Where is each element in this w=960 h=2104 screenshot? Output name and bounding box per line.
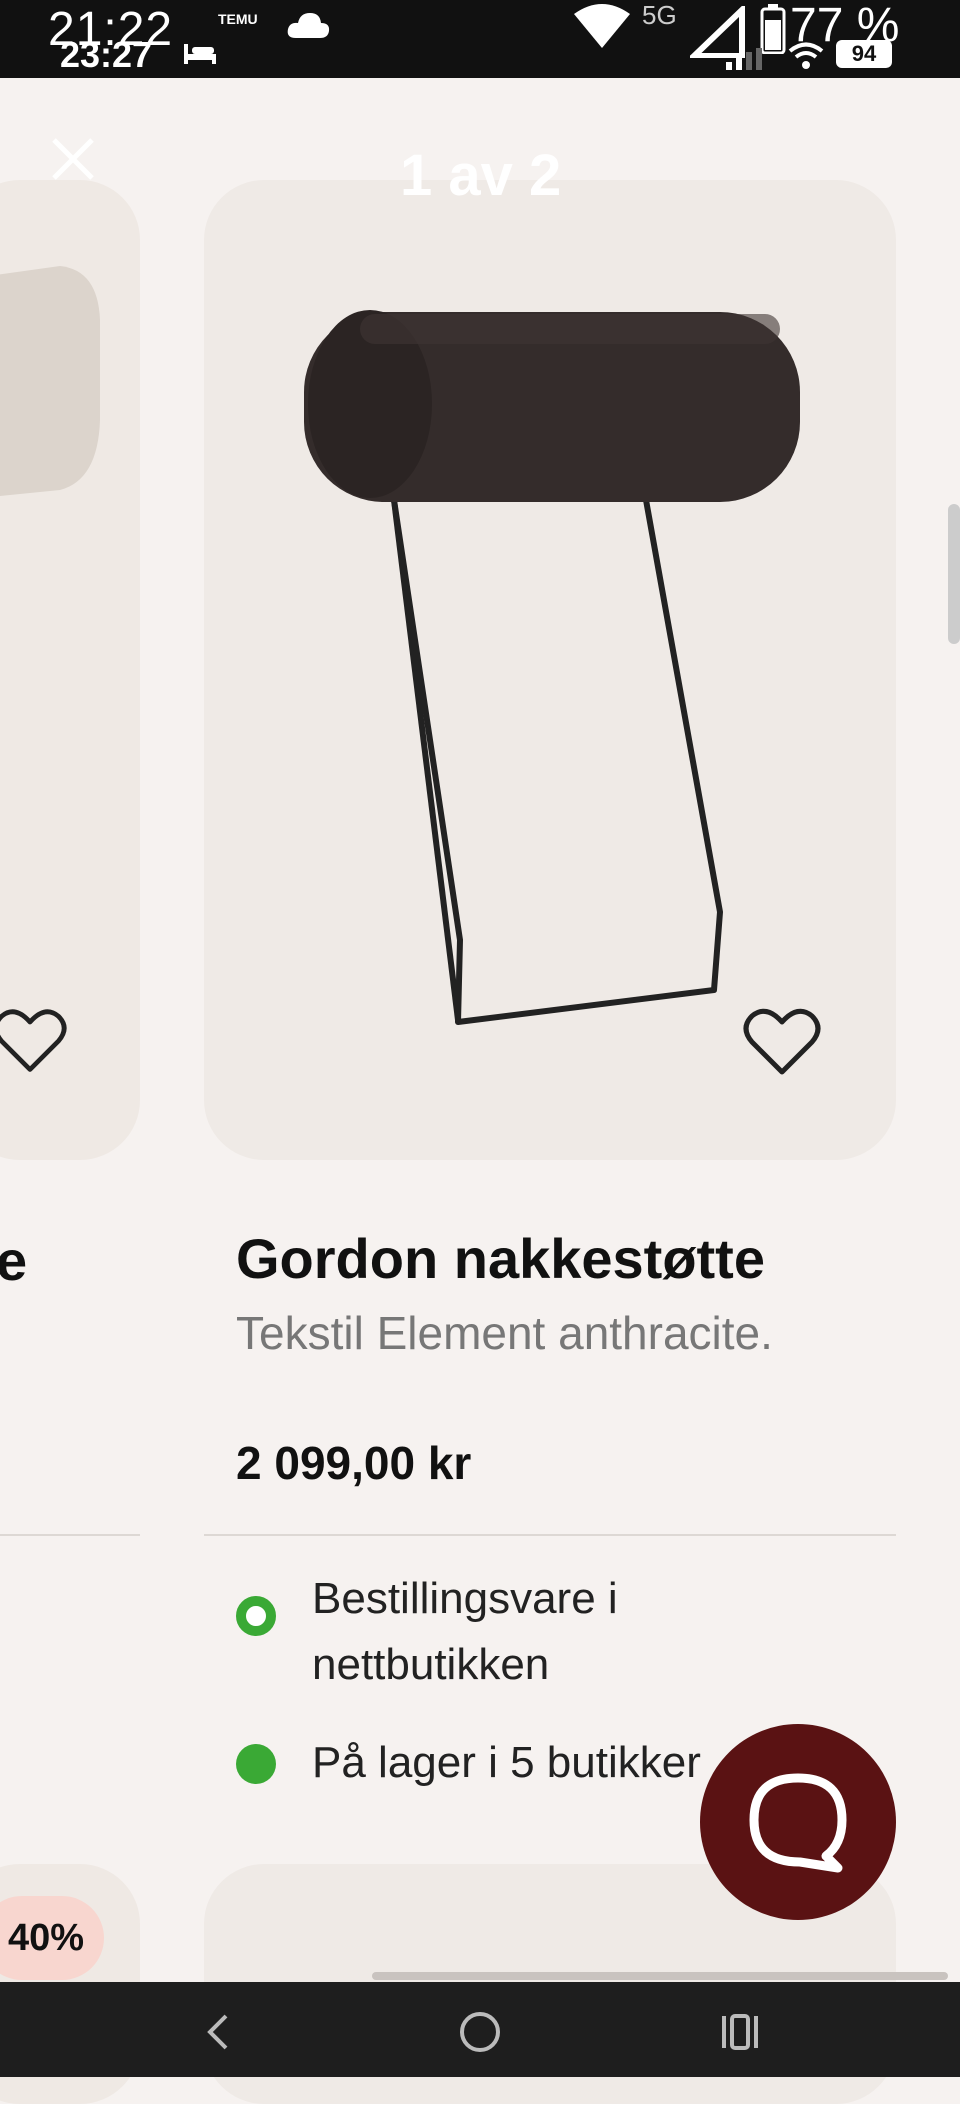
wifi-icon xyxy=(574,4,630,48)
network-type: 5G xyxy=(642,0,677,30)
close-icon[interactable] xyxy=(48,134,98,184)
divider xyxy=(204,1534,896,1536)
favorite-heart-icon[interactable] xyxy=(0,1006,68,1076)
previous-product-title-fragment[interactable]: e xyxy=(0,1228,27,1293)
battery-secondary: 94 xyxy=(836,40,892,68)
favorite-heart-icon[interactable] xyxy=(742,1006,822,1078)
home-icon[interactable] xyxy=(450,2002,510,2062)
status-bar: 21:22 TEMU 23:27 5G 77 % 94 xyxy=(0,0,960,78)
recent-apps-icon[interactable] xyxy=(712,2002,772,2062)
cloud-icon xyxy=(287,13,330,38)
availability-dot-icon xyxy=(236,1744,276,1784)
product-subtitle: Tekstil Element anthracite. xyxy=(236,1307,773,1359)
product-image xyxy=(304,310,800,1025)
product-image-partial xyxy=(0,266,100,496)
vertical-scrollbar[interactable] xyxy=(948,504,960,644)
product-title[interactable]: Gordon nakkestøtte xyxy=(236,1226,765,1291)
discount-badge: 40% xyxy=(0,1896,104,1980)
battery-icon xyxy=(760,4,786,54)
image-counter: 1 av 2 xyxy=(400,143,562,208)
system-navigation-bar xyxy=(0,1982,960,2077)
horizontal-scrollbar[interactable] xyxy=(372,1972,948,1980)
divider xyxy=(0,1534,140,1536)
back-icon[interactable] xyxy=(190,2002,250,2062)
product-price: 2 099,00 kr xyxy=(236,1437,472,1489)
availability-online-text: Bestillingsvare i nettbutikken xyxy=(312,1574,618,1689)
availability-ring-icon xyxy=(236,1596,276,1636)
chat-button[interactable] xyxy=(700,1724,896,1920)
signal-bars-icon xyxy=(726,48,762,70)
wifi-secondary-icon xyxy=(788,42,824,69)
status-time-secondary: 23:27 xyxy=(60,34,153,75)
chat-bubble-icon xyxy=(749,1773,847,1873)
bed-icon xyxy=(184,44,216,64)
temu-notification-icon: TEMU xyxy=(218,11,258,27)
